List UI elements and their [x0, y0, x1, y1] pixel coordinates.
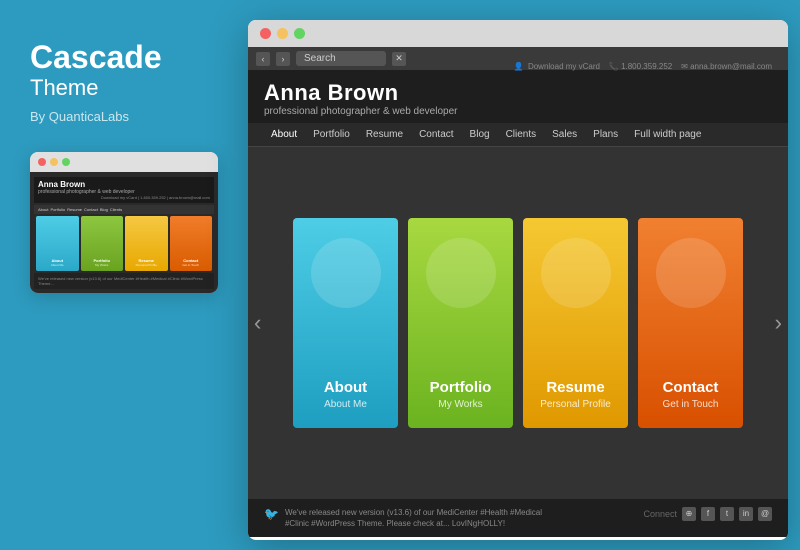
nav-item-portfolio[interactable]: Portfolio: [306, 123, 357, 146]
contact-phone-icon: 📞: [609, 62, 619, 71]
nav-item-contact[interactable]: Contact: [412, 123, 460, 146]
small-preview-body: Anna Brown professional photographer & w…: [30, 172, 218, 293]
card-portfolio-title: Portfolio: [430, 379, 492, 396]
contact-vcard-text: Download my vCard: [528, 62, 600, 71]
site-contact: 👤 Download my vCard 📞 1.800.359.252 ✉ an…: [514, 62, 772, 71]
facebook-icon[interactable]: f: [701, 507, 715, 521]
small-card-resume: Resume Personal Profile: [125, 216, 168, 271]
browser-body: ‹ › Search ✕ Anna Brown professional pho…: [248, 47, 788, 537]
small-preview-header: Anna Brown professional photographer & w…: [34, 177, 214, 203]
hero-card-portfolio[interactable]: Portfolio My Works: [408, 218, 513, 428]
main-dot-red: [260, 28, 271, 39]
dot-green: [62, 158, 70, 166]
small-card-about-sub: About Me: [51, 263, 64, 267]
nav-item-fullwidth[interactable]: Full width page: [627, 123, 708, 146]
small-card-resume-sub: Personal Profile: [136, 263, 157, 267]
hero-prev-arrow[interactable]: ‹: [254, 310, 261, 336]
toolbar-forward-button[interactable]: ›: [276, 52, 290, 66]
small-footer-text: We've released new version (v13.6) of ou…: [38, 276, 210, 286]
small-site-meta: Download my vCard | 1.800.359.252 | anna…: [38, 195, 210, 200]
small-nav-about: About: [38, 207, 48, 212]
small-card-portfolio: Portfolio My Works: [81, 216, 124, 271]
twitter-icon: 🐦: [264, 507, 279, 521]
small-nav-blog: Blog: [100, 207, 108, 212]
small-preview-nav: About Portfolio Resume Contact Blog Clie…: [34, 205, 214, 214]
site-name: Anna Brown: [264, 80, 457, 106]
hero-next-arrow[interactable]: ›: [775, 310, 782, 336]
nav-item-blog[interactable]: Blog: [463, 123, 497, 146]
email-social-icon[interactable]: @: [758, 507, 772, 521]
site-tagline: professional photographer & web develope…: [264, 106, 457, 117]
footer-tweet-text: We've released new version (v13.6) of ou…: [285, 507, 565, 529]
nav-item-about[interactable]: About: [264, 123, 304, 146]
linkedin-icon[interactable]: in: [739, 507, 753, 521]
twitter-social-icon[interactable]: t: [720, 507, 734, 521]
contact-email-icon: ✉: [681, 62, 688, 71]
nav-item-sales[interactable]: Sales: [545, 123, 584, 146]
small-card-portfolio-sub: My Works: [95, 263, 108, 267]
toolbar-close-button[interactable]: ✕: [392, 52, 406, 66]
site-navigation: About Portfolio Resume Contact Blog Clie…: [248, 123, 788, 147]
small-card-contact: Contact Get in Touch: [170, 216, 213, 271]
hero-cards: About About Me Portfolio My Works Resume…: [272, 218, 764, 428]
main-browser-window: ‹ › Search ✕ Anna Brown professional pho…: [248, 20, 788, 540]
small-preview-footer: We've released new version (v13.6) of ou…: [34, 273, 214, 289]
small-card-contact-sub: Get in Touch: [182, 263, 199, 267]
footer-connect-area: Connect ⊕ f t in @: [643, 507, 772, 521]
theme-title: Cascade: [30, 40, 218, 75]
theme-by: By QuanticaLabs: [30, 109, 218, 124]
left-panel: Cascade Theme By QuanticaLabs Anna Brown…: [0, 0, 248, 550]
contact-phone: 1.800.359.252: [621, 62, 672, 71]
small-nav-contact: Contact: [84, 207, 98, 212]
small-window-bar: [30, 152, 218, 172]
connect-label: Connect: [643, 509, 677, 519]
dot-red: [38, 158, 46, 166]
hero-card-about[interactable]: About About Me: [293, 218, 398, 428]
contact-vcard-icon: 👤: [514, 62, 524, 71]
dot-yellow: [50, 158, 58, 166]
nav-item-plans[interactable]: Plans: [586, 123, 625, 146]
hero-card-resume[interactable]: Resume Personal Profile: [523, 218, 628, 428]
toolbar-back-button[interactable]: ‹: [256, 52, 270, 66]
contact-email: anna.brown@mail.com: [690, 62, 772, 71]
nav-item-resume[interactable]: Resume: [359, 123, 410, 146]
small-preview-window: Anna Brown professional photographer & w…: [30, 152, 218, 293]
address-bar[interactable]: Search: [296, 51, 386, 66]
hero-area: ‹ About About Me Portfolio My Works Resu…: [248, 147, 788, 499]
main-window-bar: [248, 20, 788, 47]
small-site-name: Anna Brown: [38, 180, 210, 189]
small-nav-resume: Resume: [67, 207, 82, 212]
card-resume-title: Resume: [546, 379, 604, 396]
site-footer: 🐦 We've released new version (v13.6) of …: [248, 499, 788, 537]
card-contact-subtitle: Get in Touch: [663, 399, 719, 410]
small-nav-clients: Clients: [110, 207, 122, 212]
small-nav-portfolio: Portfolio: [50, 207, 65, 212]
rss-icon[interactable]: ⊕: [682, 507, 696, 521]
theme-subtitle: Theme: [30, 75, 218, 101]
small-preview-cards: About About Me Portfolio My Works Resume…: [34, 216, 214, 271]
nav-item-clients[interactable]: Clients: [499, 123, 544, 146]
site-header: Anna Brown professional photographer & w…: [248, 70, 788, 123]
hero-card-contact[interactable]: Contact Get in Touch: [638, 218, 743, 428]
small-card-about: About About Me: [36, 216, 79, 271]
card-contact-title: Contact: [663, 379, 719, 396]
card-portfolio-subtitle: My Works: [438, 399, 482, 410]
main-dot-green: [294, 28, 305, 39]
card-resume-subtitle: Personal Profile: [540, 399, 611, 410]
card-about-title: About: [324, 379, 367, 396]
card-about-subtitle: About Me: [324, 399, 367, 410]
main-dot-yellow: [277, 28, 288, 39]
